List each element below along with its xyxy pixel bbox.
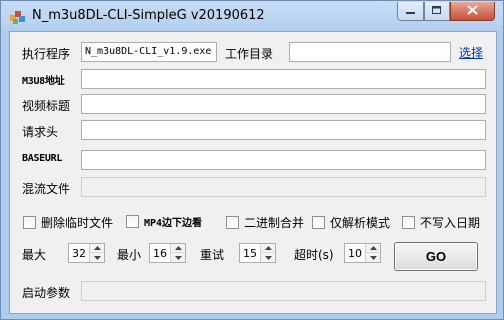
app-logo-icon — [10, 10, 26, 24]
exe-field[interactable]: N_m3u8DL-CLI_v1.9.exe — [81, 42, 217, 62]
stepper-down-icon[interactable] — [90, 253, 104, 262]
no-date-checkbox[interactable]: 不写入日期 — [402, 214, 480, 231]
checkbox-label: 二进制合并 — [244, 216, 305, 230]
mux-file-field[interactable] — [81, 177, 486, 197]
checkbox-box — [312, 216, 325, 229]
stepper-arrows — [89, 244, 104, 262]
stepper-down-icon[interactable] — [366, 253, 380, 262]
baseurl-field[interactable] — [81, 150, 486, 170]
timeout-stepper[interactable]: 10 — [344, 243, 381, 263]
retry-stepper[interactable]: 15 — [239, 243, 276, 263]
max-threads-label: 最大 — [22, 248, 47, 262]
delete-temp-checkbox[interactable]: 删除临时文件 — [23, 214, 113, 231]
m3u8-label: M3U8地址 — [22, 76, 65, 87]
checkbox-label: 删除临时文件 — [41, 216, 114, 230]
app-window: N_m3u8DL-CLI-SimpleG v20190612 执行程序 N_m3… — [0, 0, 504, 320]
stepper-down-icon[interactable] — [171, 253, 185, 262]
retry-label: 重试 — [200, 248, 225, 262]
window-title: N_m3u8DL-CLI-SimpleG v20190612 — [32, 8, 265, 23]
browse-link[interactable]: 选择 — [459, 44, 483, 61]
parse-only-checkbox[interactable]: 仅解析模式 — [312, 214, 390, 231]
m3u8-url-field[interactable] — [81, 69, 486, 89]
baseurl-label: BASEURL — [22, 153, 63, 164]
headers-label: 请求头 — [22, 125, 59, 139]
stepper-up-icon[interactable] — [171, 244, 185, 253]
exe-label: 执行程序 — [22, 47, 71, 61]
timeout-label: 超时(s) — [294, 248, 334, 262]
max-threads-value: 32 — [72, 247, 86, 260]
startup-params-label: 启动参数 — [22, 286, 71, 300]
binary-merge-checkbox[interactable]: 二进制合并 — [226, 214, 304, 231]
workdir-field[interactable] — [289, 42, 451, 62]
max-threads-stepper[interactable]: 32 — [68, 243, 105, 263]
minimize-button[interactable] — [397, 2, 424, 21]
stepper-arrows — [260, 244, 275, 262]
stepper-down-icon[interactable] — [261, 253, 275, 262]
go-button[interactable]: GO — [394, 242, 478, 271]
retry-value: 15 — [243, 247, 257, 260]
maximize-icon — [432, 4, 442, 18]
workdir-label: 工作目录 — [225, 47, 274, 61]
stepper-up-icon[interactable] — [90, 244, 104, 253]
startup-params-field[interactable] — [81, 281, 486, 301]
mp4-live-play-checkbox[interactable]: MP4边下边看 — [126, 214, 202, 229]
checkbox-box — [23, 216, 36, 229]
maximize-button[interactable] — [424, 2, 450, 21]
headers-field[interactable] — [81, 120, 486, 140]
exe-field-value: N_m3u8DL-CLI_v1.9.exe — [85, 46, 212, 57]
checkbox-box — [226, 216, 239, 229]
close-icon — [467, 4, 478, 18]
min-threads-stepper[interactable]: 16 — [149, 243, 186, 263]
stepper-arrows — [170, 244, 185, 262]
checkbox-label: MP4边下边看 — [144, 218, 203, 229]
checkbox-label: 仅解析模式 — [330, 216, 391, 230]
close-button[interactable] — [450, 2, 495, 21]
min-threads-value: 16 — [153, 247, 167, 260]
checkbox-label: 不写入日期 — [420, 216, 481, 230]
minimize-icon — [405, 4, 416, 18]
timeout-value: 10 — [348, 247, 362, 260]
checkbox-box — [402, 216, 415, 229]
video-title-field[interactable] — [81, 94, 486, 114]
video-title-label: 视频标题 — [22, 99, 71, 113]
stepper-up-icon[interactable] — [261, 244, 275, 253]
mux-file-label: 混流文件 — [22, 182, 71, 196]
stepper-arrows — [365, 244, 380, 262]
stepper-up-icon[interactable] — [366, 244, 380, 253]
main-panel: 执行程序 N_m3u8DL-CLI_v1.9.exe 工作目录 选择 M3U8地… — [9, 31, 497, 314]
title-bar[interactable]: N_m3u8DL-CLI-SimpleG v20190612 — [1, 1, 503, 31]
checkbox-box — [126, 215, 139, 228]
min-threads-label: 最小 — [117, 248, 142, 262]
